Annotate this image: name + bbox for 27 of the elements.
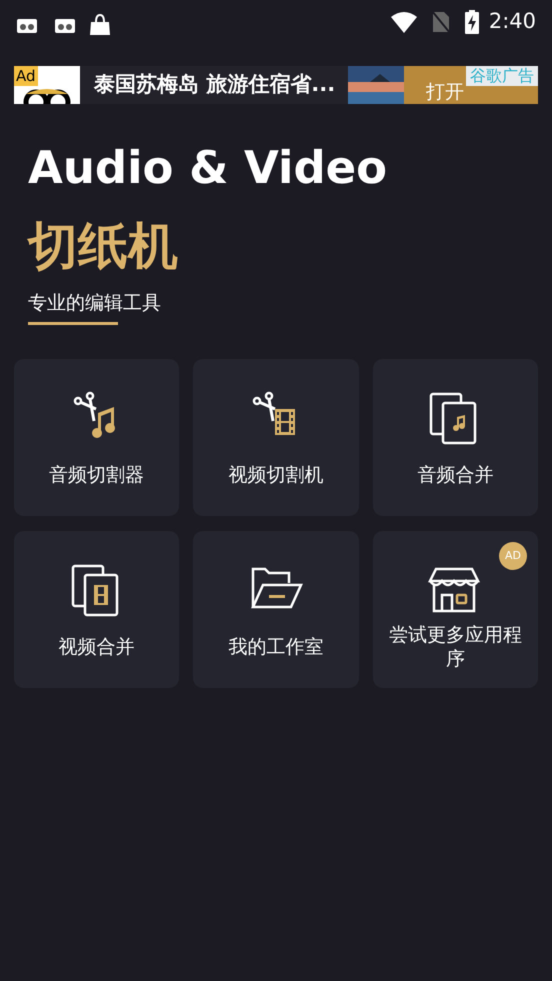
notification-icon bbox=[54, 17, 76, 35]
battery-charging-icon bbox=[464, 10, 479, 34]
tool-label: 我的工作室 bbox=[228, 634, 324, 658]
ad-label-tooltip: 谷歌广告 bbox=[466, 66, 538, 86]
app-name: 切纸机 bbox=[28, 216, 179, 277]
ad-tag: Ad bbox=[14, 66, 38, 86]
tool-card[interactable]: 音频合并 bbox=[372, 359, 538, 516]
tool-card[interactable]: 我的工作室 bbox=[193, 531, 359, 688]
app-title: Audio & Video bbox=[28, 140, 388, 196]
bag-icon bbox=[88, 12, 112, 36]
no-sim-icon bbox=[430, 10, 451, 34]
tool-label: 音频合并 bbox=[417, 462, 494, 486]
tool-card[interactable]: 视频合并 bbox=[14, 531, 180, 688]
tool-card[interactable]: 视频切割机 bbox=[193, 359, 359, 516]
wifi-icon bbox=[390, 11, 417, 33]
tool-label: 视频合并 bbox=[58, 634, 135, 658]
notification-icon bbox=[16, 17, 38, 35]
clock-time: 2:40 bbox=[488, 8, 536, 36]
tool-label: 音频切割器 bbox=[49, 462, 144, 486]
ad-headline: 泰国苏梅岛 旅游住宿省... bbox=[94, 71, 336, 98]
ad-badge: AD bbox=[498, 542, 527, 570]
tool-label: 视频切割机 bbox=[228, 462, 324, 486]
tool-label: 尝试更多应用程序 bbox=[388, 622, 523, 670]
ad-banner[interactable]: Ad 泰国苏梅岛 旅游住宿省... 打开 谷歌广告 bbox=[14, 66, 538, 104]
tool-card[interactable]: 音频切割器 bbox=[14, 359, 180, 516]
tool-card[interactable]: 尝试更多应用程序 AD bbox=[372, 531, 538, 688]
subtitle: 专业的编辑工具 bbox=[28, 291, 162, 316]
